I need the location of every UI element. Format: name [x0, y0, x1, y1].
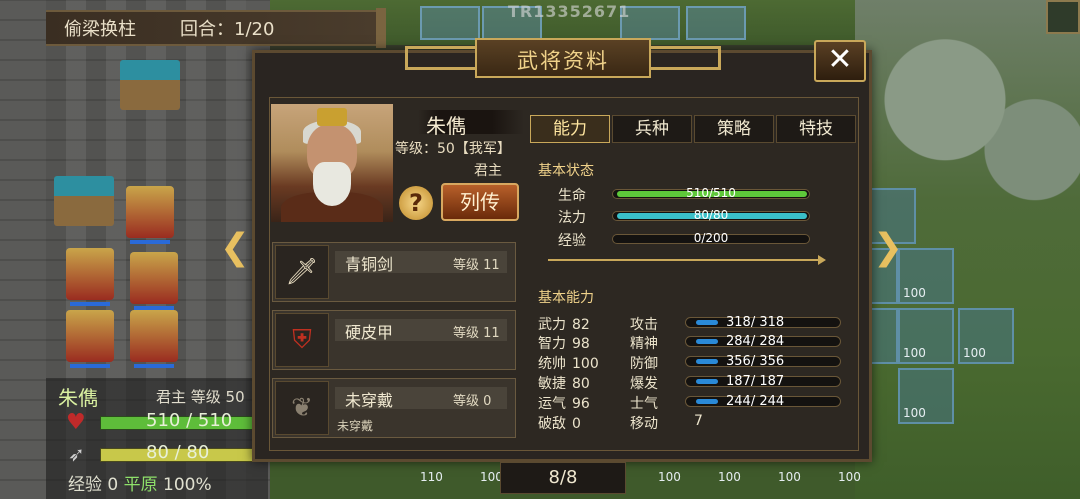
combat-stat-bar: 284/ 284 [685, 334, 841, 349]
combat-stat-bar: 318/ 318 [685, 315, 841, 330]
ally-unit[interactable] [130, 310, 178, 368]
sword-icon: 🗡 [275, 245, 329, 299]
map-tile[interactable]: 100 [958, 308, 1014, 364]
prev-general-arrow-icon[interactable]: ❮ [219, 228, 251, 270]
combat-stat-value: 187/ 187 [726, 374, 785, 389]
status-bar: 510/510 [612, 186, 810, 200]
status-value: 80/80 [693, 208, 729, 222]
map-tile[interactable]: 100 [898, 248, 954, 304]
status-label: 法力 [558, 210, 586, 226]
status-value: 0/200 [693, 231, 729, 245]
watermark: TR13352671 [508, 2, 631, 21]
ability-stat: 统帅 100 [538, 356, 599, 372]
tab-skills[interactable]: 特技 [776, 115, 856, 143]
combat-stat-bar-fill [696, 379, 718, 384]
combat-stat-bar-fill [696, 359, 718, 364]
ability-stat: 运气 96 [538, 396, 590, 412]
general-pager: 8/8 [500, 462, 626, 494]
equipment-slot-armor[interactable]: ⛨ 硬皮甲 等级 11 [272, 310, 516, 370]
info-tabs: 能力 兵种 策略 特技 [530, 115, 856, 143]
mp-value: 80 / 80 [146, 442, 210, 463]
armor-icon: ⛨ [275, 313, 329, 367]
basic-status-heading: 基本状态 [538, 163, 594, 179]
combat-stat-label: 爆发 [630, 376, 658, 392]
combat-stat-bar: 356/ 356 [685, 354, 841, 369]
strategy-status-bar: 偷梁换柱 回合：1/20 [46, 8, 386, 48]
building [120, 60, 180, 110]
strategy-name: 偷梁换柱 [64, 19, 136, 40]
map-tile[interactable]: 100 [898, 308, 954, 364]
general-level: 等级：50【我军】 [395, 141, 511, 157]
map-tile[interactable] [686, 6, 746, 40]
tab-troops[interactable]: 兵种 [612, 115, 692, 143]
selected-unit-panel: 朱儁 君主 等级 50 ♥ 510 / 510 ➶ 80 / 80 经验 0 平… [46, 378, 282, 499]
status-label: 生命 [558, 188, 586, 204]
unit-name: 朱儁 [58, 386, 98, 410]
dialog-title: 武将资料 [517, 49, 609, 73]
combat-stat-value: 244/ 244 [726, 394, 785, 409]
status-bar: 0/200 [612, 231, 810, 245]
combat-stat-label: 移动 [630, 416, 658, 432]
tab-strategy[interactable]: 策略 [694, 115, 774, 143]
dialog-title-plate: 武将资料 [405, 36, 721, 82]
accessory-icon: ❦ [275, 381, 329, 435]
combat-stat-bar: 187/ 187 [685, 374, 841, 389]
map-tile[interactable]: 100 [898, 368, 954, 424]
building [54, 176, 114, 226]
combat-stat-value: 356/ 356 [726, 354, 785, 369]
close-button[interactable]: ✕ [814, 40, 866, 82]
ability-stat: 破敌 0 [538, 416, 581, 432]
tab-ability[interactable]: 能力 [530, 115, 610, 143]
status-value: 510/510 [686, 186, 736, 200]
ally-unit[interactable] [66, 310, 114, 368]
general-portrait [271, 104, 393, 222]
heart-icon: ♥ [66, 410, 86, 435]
ability-stat: 武力 82 [538, 317, 590, 333]
unit-exp-terrain: 经验 0 平原 100% [68, 475, 212, 495]
combat-stat-value: 284/ 284 [726, 334, 785, 349]
combat-stat-bar-fill [696, 399, 718, 404]
general-name: 朱儁 [426, 114, 466, 138]
unit-rank-level: 君主 等级 50 [156, 388, 245, 406]
feather-icon: ➶ [68, 442, 85, 466]
ally-unit[interactable] [126, 186, 174, 244]
next-general-arrow-icon[interactable]: ❯ [872, 228, 904, 270]
hp-value: 510 / 510 [146, 410, 233, 431]
combat-stat-bar-fill [696, 339, 718, 344]
ally-unit[interactable] [66, 248, 114, 306]
status-label: 经验 [558, 233, 586, 249]
general-rank: 君主 [474, 163, 502, 179]
help-button[interactable]: ? [399, 186, 433, 220]
basic-ability-heading: 基本能力 [538, 290, 594, 306]
combat-stat-bar-fill [696, 320, 718, 325]
biography-button[interactable]: 列传 [441, 183, 519, 221]
status-bar: 80/80 [612, 208, 810, 222]
combat-stat-value: 7 [694, 413, 703, 429]
ability-stat: 智力 98 [538, 336, 590, 352]
combat-stat-bar: 244/ 244 [685, 394, 841, 409]
map-tile[interactable] [420, 6, 480, 40]
ally-unit[interactable] [130, 252, 178, 310]
ability-stat: 敏捷 80 [538, 376, 590, 392]
round-counter: 回合：1/20 [180, 19, 275, 40]
combat-stat-value: 318/ 318 [726, 315, 785, 330]
equipment-slot-weapon[interactable]: 🗡 青铜剑 等级 11 [272, 242, 516, 302]
section-divider [548, 255, 826, 265]
combat-stat-label: 精神 [630, 336, 658, 352]
combat-stat-label: 防御 [630, 356, 658, 372]
menu-corner-button[interactable] [1046, 0, 1080, 34]
combat-stat-label: 攻击 [630, 317, 658, 333]
combat-stat-label: 士气 [630, 396, 658, 412]
equipment-slot-accessory[interactable]: ❦ 未穿戴 等级 0 未穿戴 [272, 378, 516, 438]
